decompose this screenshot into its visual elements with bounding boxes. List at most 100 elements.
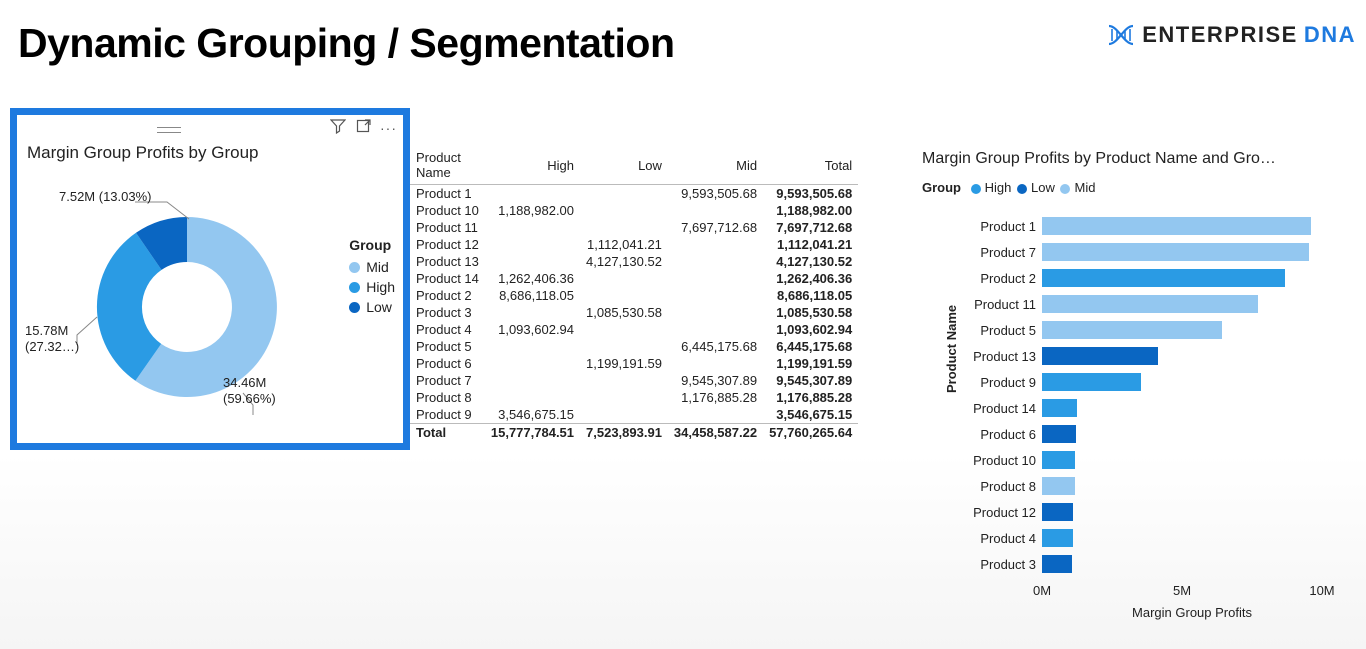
- table-cell: 1,112,041.21: [763, 236, 858, 253]
- bar-fill[interactable]: [1042, 451, 1075, 469]
- table-row[interactable]: Product 19,593,505.689,593,505.68: [410, 185, 858, 203]
- bar-row[interactable]: Product 2: [960, 265, 1342, 291]
- bar-row[interactable]: Product 4: [960, 525, 1342, 551]
- bar-row-label: Product 9: [960, 375, 1036, 390]
- bar-fill[interactable]: [1042, 321, 1222, 339]
- table-cell: Product 10: [410, 202, 485, 219]
- table-header[interactable]: High: [485, 148, 580, 185]
- bar-row[interactable]: Product 13: [960, 343, 1342, 369]
- table-row[interactable]: Product 56,445,175.686,445,175.68: [410, 338, 858, 355]
- donut-visual-card[interactable]: ··· Margin Group Profits by Group: [10, 108, 410, 450]
- bar-visual[interactable]: Margin Group Profits by Product Name and…: [922, 150, 1342, 620]
- more-options-icon[interactable]: ···: [380, 120, 397, 136]
- bar-row[interactable]: Product 9: [960, 369, 1342, 395]
- table-cell: [485, 185, 580, 203]
- donut-title: Margin Group Profits by Group: [17, 139, 403, 167]
- table-row[interactable]: Product 121,112,041.211,112,041.21: [410, 236, 858, 253]
- bar-row[interactable]: Product 14: [960, 395, 1342, 421]
- table-cell: 8,686,118.05: [485, 287, 580, 304]
- bar-fill[interactable]: [1042, 373, 1141, 391]
- bar-row-label: Product 3: [960, 557, 1036, 572]
- table-row[interactable]: Product 93,546,675.153,546,675.15: [410, 406, 858, 424]
- table-cell: 1,262,406.36: [763, 270, 858, 287]
- bar-row[interactable]: Product 12: [960, 499, 1342, 525]
- table-cell: [668, 253, 763, 270]
- table-row[interactable]: Product 81,176,885.281,176,885.28: [410, 389, 858, 406]
- table-row[interactable]: Product 31,085,530.581,085,530.58: [410, 304, 858, 321]
- drag-handle-icon[interactable]: [157, 127, 181, 133]
- legend-item-mid[interactable]: Mid: [1058, 180, 1095, 195]
- bar-row[interactable]: Product 8: [960, 473, 1342, 499]
- legend-item-mid[interactable]: Mid: [349, 259, 395, 275]
- bar-row-label: Product 7: [960, 245, 1036, 260]
- table-total-row[interactable]: Total15,777,784.517,523,893.9134,458,587…: [410, 424, 858, 442]
- bar-fill[interactable]: [1042, 269, 1285, 287]
- table-row[interactable]: Product 28,686,118.058,686,118.05: [410, 287, 858, 304]
- table-cell: [485, 338, 580, 355]
- table-cell: [580, 219, 668, 236]
- table-row[interactable]: Product 41,093,602.941,093,602.94: [410, 321, 858, 338]
- bar-fill[interactable]: [1042, 243, 1309, 261]
- legend-item-high[interactable]: High: [969, 180, 1012, 195]
- table-cell: 1,262,406.36: [485, 270, 580, 287]
- table-row[interactable]: Product 101,188,982.001,188,982.00: [410, 202, 858, 219]
- table-header[interactable]: Mid: [668, 148, 763, 185]
- donut-label-high: 15.78M(27.32…): [25, 323, 79, 356]
- bar-row[interactable]: Product 3: [960, 551, 1342, 577]
- bar-row[interactable]: Product 6: [960, 421, 1342, 447]
- table-header[interactable]: Product Name: [410, 148, 485, 185]
- table-row[interactable]: Product 134,127,130.524,127,130.52: [410, 253, 858, 270]
- table-header[interactable]: Total: [763, 148, 858, 185]
- table-cell: [668, 287, 763, 304]
- bar-fill[interactable]: [1042, 217, 1311, 235]
- bar-fill[interactable]: [1042, 425, 1076, 443]
- bar-row-label: Product 10: [960, 453, 1036, 468]
- table-cell: 4,127,130.52: [763, 253, 858, 270]
- brand-text-1: ENTERPRISE: [1142, 22, 1298, 48]
- bar-fill[interactable]: [1042, 399, 1077, 417]
- table-cell: 6,445,175.68: [668, 338, 763, 355]
- legend-item-low[interactable]: Low: [1015, 180, 1055, 195]
- table-row[interactable]: Product 141,262,406.361,262,406.36: [410, 270, 858, 287]
- table-cell: Total: [410, 424, 485, 442]
- table-row[interactable]: Product 79,545,307.899,545,307.89: [410, 372, 858, 389]
- bar-fill[interactable]: [1042, 503, 1073, 521]
- table-cell: [668, 321, 763, 338]
- table-cell: [485, 355, 580, 372]
- bar-fill[interactable]: [1042, 477, 1075, 495]
- table-cell: 1,093,602.94: [485, 321, 580, 338]
- table-row[interactable]: Product 117,697,712.687,697,712.68: [410, 219, 858, 236]
- legend-item-low[interactable]: Low: [349, 299, 395, 315]
- table-cell: 6,445,175.68: [763, 338, 858, 355]
- table-cell: [580, 372, 668, 389]
- table-cell: [580, 202, 668, 219]
- table-cell: Product 12: [410, 236, 485, 253]
- table-cell: 1,199,191.59: [580, 355, 668, 372]
- table-cell: Product 14: [410, 270, 485, 287]
- matrix-visual[interactable]: Product NameHighLowMidTotal Product 19,5…: [410, 148, 855, 441]
- table-cell: 1,093,602.94: [763, 321, 858, 338]
- bar-fill[interactable]: [1042, 529, 1073, 547]
- bar-row[interactable]: Product 7: [960, 239, 1342, 265]
- bar-row[interactable]: Product 11: [960, 291, 1342, 317]
- table-cell: [668, 406, 763, 424]
- focus-mode-icon[interactable]: [346, 118, 372, 139]
- table-cell: Product 3: [410, 304, 485, 321]
- bar-fill[interactable]: [1042, 295, 1258, 313]
- table-row[interactable]: Product 61,199,191.591,199,191.59: [410, 355, 858, 372]
- table-header[interactable]: Low: [580, 148, 668, 185]
- bar-fill[interactable]: [1042, 555, 1072, 573]
- bar-row[interactable]: Product 5: [960, 317, 1342, 343]
- bar-fill[interactable]: [1042, 347, 1158, 365]
- table-cell: [668, 304, 763, 321]
- bar-row[interactable]: Product 10: [960, 447, 1342, 473]
- filter-icon[interactable]: [320, 118, 346, 139]
- visual-header: ···: [17, 115, 403, 139]
- bar-row[interactable]: Product 1: [960, 213, 1342, 239]
- legend-item-high[interactable]: High: [349, 279, 395, 295]
- table-cell: 1,085,530.58: [580, 304, 668, 321]
- table-cell: [668, 355, 763, 372]
- donut-label-low: 7.52M (13.03%): [59, 189, 152, 205]
- table-cell: Product 7: [410, 372, 485, 389]
- bar-row-label: Product 5: [960, 323, 1036, 338]
